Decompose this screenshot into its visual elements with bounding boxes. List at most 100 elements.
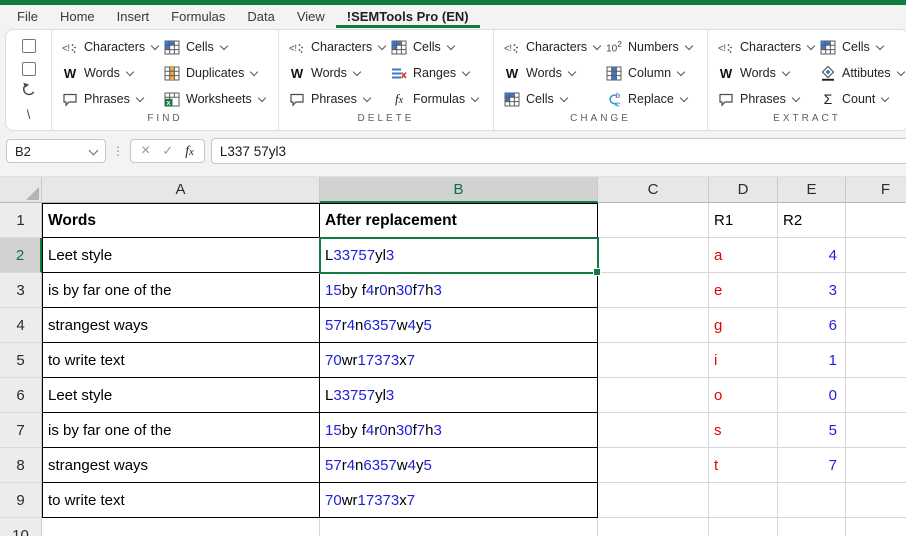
cell-D6[interactable]: o (709, 378, 778, 413)
cell-D9[interactable] (709, 483, 778, 518)
col-header-F[interactable]: F (846, 177, 906, 203)
find-phrases-button[interactable]: Phrases (61, 87, 163, 111)
cell-B6[interactable]: L337 5 7 yl 3 (320, 378, 598, 413)
delete-characters-button[interactable]: <! Characters (288, 35, 390, 59)
undo-icon[interactable] (20, 81, 38, 102)
cancel-icon[interactable]: × (141, 143, 150, 159)
cell-A4[interactable]: strangest ways (42, 308, 320, 343)
change-characters-button[interactable]: <! Characters (503, 35, 605, 59)
tab-formulas[interactable]: Formulas (160, 5, 236, 28)
cell-D4[interactable]: g (709, 308, 778, 343)
find-duplicates-button[interactable]: Duplicates (163, 61, 278, 85)
cell-A6[interactable]: Leet style (42, 378, 320, 413)
cell-D7[interactable]: s (709, 413, 778, 448)
row-header-8[interactable]: 8 (0, 448, 42, 483)
row-header-9[interactable]: 9 (0, 483, 42, 518)
cell-F2[interactable] (846, 238, 906, 273)
cell-E9[interactable] (778, 483, 846, 518)
delete-formulas-button[interactable]: fx Formulas (390, 87, 493, 111)
tab-insert[interactable]: Insert (106, 5, 161, 28)
cell-C10[interactable] (598, 518, 709, 536)
insert-function-icon[interactable]: fx (185, 143, 194, 159)
cell-A5[interactable]: to write text (42, 343, 320, 378)
cell-D10[interactable] (709, 518, 778, 536)
chevron-down-icon[interactable] (88, 145, 99, 155)
cell-B2[interactable]: L337 5 7 yl 3 (318, 236, 601, 276)
row-header-5[interactable]: 5 (0, 343, 42, 378)
row-header-3[interactable]: 3 (0, 273, 42, 308)
enter-check-icon[interactable]: ✓ (162, 143, 173, 159)
cell-F9[interactable] (846, 483, 906, 518)
cell-F6[interactable] (846, 378, 906, 413)
change-numbers-button[interactable]: 102 Numbers (605, 35, 707, 59)
find-words-button[interactable]: W Words (61, 61, 163, 85)
cell-F7[interactable] (846, 413, 906, 448)
tab-file[interactable]: File (6, 5, 49, 28)
col-header-A[interactable]: A (42, 177, 320, 203)
cell-D1[interactable]: R1 (709, 203, 778, 238)
col-header-D[interactable]: D (709, 177, 778, 203)
cell-B9[interactable]: 70 wr 1 7 3 73x7 (320, 483, 598, 518)
cell-B1[interactable]: After replacement (320, 203, 598, 238)
fill-handle[interactable] (593, 268, 601, 276)
change-cells-button[interactable]: Cells (503, 87, 605, 111)
cell-A7[interactable]: is by far one of the (42, 413, 320, 448)
change-column-button[interactable]: Column (605, 61, 707, 85)
cell-C8[interactable] (598, 448, 709, 483)
select-all-button[interactable] (0, 177, 42, 203)
cell-B8[interactable]: 57r4n6357 w4y5 (320, 448, 598, 483)
cell-E3[interactable]: 3 (778, 273, 846, 308)
row-header-7[interactable]: 7 (0, 413, 42, 448)
extract-cells-button[interactable]: Cells (819, 35, 906, 59)
extract-count-button[interactable]: Σ Count (819, 87, 906, 111)
cell-E8[interactable]: 7 (778, 448, 846, 483)
change-words-button[interactable]: W Words (503, 61, 605, 85)
cell-F8[interactable] (846, 448, 906, 483)
cell-D8[interactable]: t (709, 448, 778, 483)
cell-A8[interactable]: strangest ways (42, 448, 320, 483)
delete-cells-button[interactable]: Cells (390, 35, 493, 59)
cell-A10[interactable] (42, 518, 320, 536)
tab-view[interactable]: View (286, 5, 336, 28)
col-header-E[interactable]: E (778, 177, 846, 203)
row-header-4[interactable]: 4 (0, 308, 42, 343)
cell-A3[interactable]: is by far one of the (42, 273, 320, 308)
cell-C2[interactable] (598, 238, 709, 273)
row-header-1[interactable]: 1 (0, 203, 42, 238)
tab-data[interactable]: Data (236, 5, 285, 28)
col-header-C[interactable]: C (598, 177, 709, 203)
cell-E5[interactable]: 1 (778, 343, 846, 378)
delete-ranges-button[interactable]: Ranges (390, 61, 493, 85)
cell-E7[interactable]: 5 (778, 413, 846, 448)
cell-F10[interactable] (846, 518, 906, 536)
extract-phrases-button[interactable]: Phrases (717, 87, 819, 111)
cell-B7[interactable]: 15 by f4r 0n3 0f 7h3 (320, 413, 598, 448)
extract-words-button[interactable]: W Words (717, 61, 819, 85)
cell-D2[interactable]: a (709, 238, 778, 273)
backslash-button[interactable]: \ (27, 107, 31, 122)
extract-characters-button[interactable]: <! Characters (717, 35, 819, 59)
cell-C6[interactable] (598, 378, 709, 413)
cell-D3[interactable]: e (709, 273, 778, 308)
col-header-B[interactable]: B (320, 177, 598, 203)
cell-C9[interactable] (598, 483, 709, 518)
find-characters-button[interactable]: <! Characters (61, 35, 163, 59)
cell-B3[interactable]: 15 by f4r 0n3 0f 7h3 (320, 273, 598, 308)
cell-C4[interactable] (598, 308, 709, 343)
cell-B5[interactable]: 70 wr 1 7 3 73x7 (320, 343, 598, 378)
tab-home[interactable]: Home (49, 5, 106, 28)
cell-E1[interactable]: R2 (778, 203, 846, 238)
cell-F5[interactable] (846, 343, 906, 378)
row-header-6[interactable]: 6 (0, 378, 42, 413)
delete-words-button[interactable]: W Words (288, 61, 390, 85)
find-worksheets-button[interactable]: x Worksheets (163, 87, 278, 111)
cell-C3[interactable] (598, 273, 709, 308)
find-cells-button[interactable]: Cells (163, 35, 278, 59)
formula-input[interactable]: L337 57yl3 (210, 138, 906, 164)
cell-C7[interactable] (598, 413, 709, 448)
name-box[interactable]: B2 (6, 139, 106, 163)
row-header-10[interactable]: 10 (0, 518, 42, 536)
cell-E6[interactable]: 0 (778, 378, 846, 413)
cell-C1[interactable] (598, 203, 709, 238)
cell-F1[interactable] (846, 203, 906, 238)
